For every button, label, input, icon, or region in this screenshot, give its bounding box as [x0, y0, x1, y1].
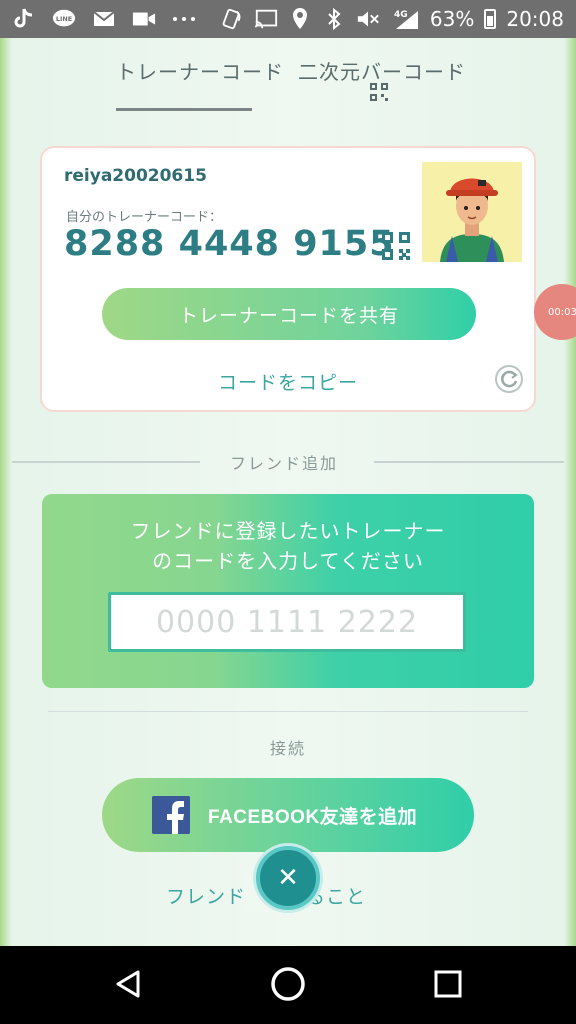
battery-percent: 63%	[429, 7, 475, 31]
bluetooth-icon	[322, 7, 346, 31]
trainer-code-value: 8288 4448 9155	[64, 224, 395, 264]
mute-icon	[356, 7, 380, 31]
close-icon: ✕	[277, 863, 299, 893]
back-icon[interactable]	[112, 968, 144, 1000]
close-button[interactable]: ✕	[256, 846, 320, 910]
friend-add-panel: フレンドに登録したいトレーナーのコードを入力してください	[42, 494, 534, 688]
line-icon: LINE	[52, 7, 76, 31]
trainer-avatar	[422, 162, 522, 262]
nfc-icon	[220, 7, 244, 31]
add-facebook-friends-button[interactable]: FACEBOOK友達を追加	[102, 778, 474, 852]
qr-code-icon[interactable]	[382, 232, 410, 260]
location-icon	[288, 7, 312, 31]
qr-code-icon	[370, 83, 388, 101]
section-divider	[374, 461, 564, 463]
signal-4g-icon: 4G	[390, 7, 420, 31]
tab-trainer-code[interactable]: トレーナーコード	[116, 56, 284, 85]
refresh-icon[interactable]	[494, 364, 524, 394]
tab-bar: トレーナーコード 二次元バーコード	[0, 50, 576, 114]
android-nav-bar	[0, 946, 576, 1024]
copy-code-link[interactable]: コードをコピー	[218, 368, 358, 395]
screen-recording-badge[interactable]: 00:03	[534, 284, 576, 340]
svg-text:4G: 4G	[394, 10, 408, 20]
friend-code-input[interactable]	[108, 592, 466, 652]
svg-text:LINE: LINE	[56, 15, 72, 23]
mail-icon	[92, 7, 116, 31]
facebook-button-label: FACEBOOK友達を追加	[208, 807, 418, 828]
connect-section-title: 接続	[270, 739, 307, 758]
home-icon[interactable]	[270, 966, 306, 1002]
divider	[48, 711, 528, 712]
section-divider	[12, 461, 200, 463]
tab-qr-code[interactable]: 二次元バーコード	[298, 56, 466, 85]
clock: 20:08	[506, 7, 564, 31]
active-tab-indicator	[116, 108, 252, 111]
more-icon	[172, 7, 196, 31]
facebook-icon	[152, 796, 190, 834]
share-trainer-code-button[interactable]: トレーナーコードを共有	[102, 288, 476, 340]
video-icon	[132, 7, 156, 31]
username: reiya20020615	[64, 166, 207, 186]
battery-icon	[484, 9, 497, 29]
friend-code-prompt: フレンドに登録したいトレーナーのコードを入力してください	[130, 519, 446, 573]
recording-timer: 00:03	[548, 306, 576, 318]
trainer-code-label: 自分のトレーナーコード：	[66, 210, 223, 225]
cast-icon	[254, 7, 278, 31]
status-bar: LINE 4G 63% 20:08	[0, 0, 576, 38]
tiktok-icon	[12, 7, 36, 31]
trainer-card: reiya20020615 自分のトレーナーコード： 8288 4448 915…	[40, 146, 536, 412]
friend-add-section-title: フレンド追加	[230, 454, 339, 473]
recent-apps-icon[interactable]	[434, 970, 462, 998]
